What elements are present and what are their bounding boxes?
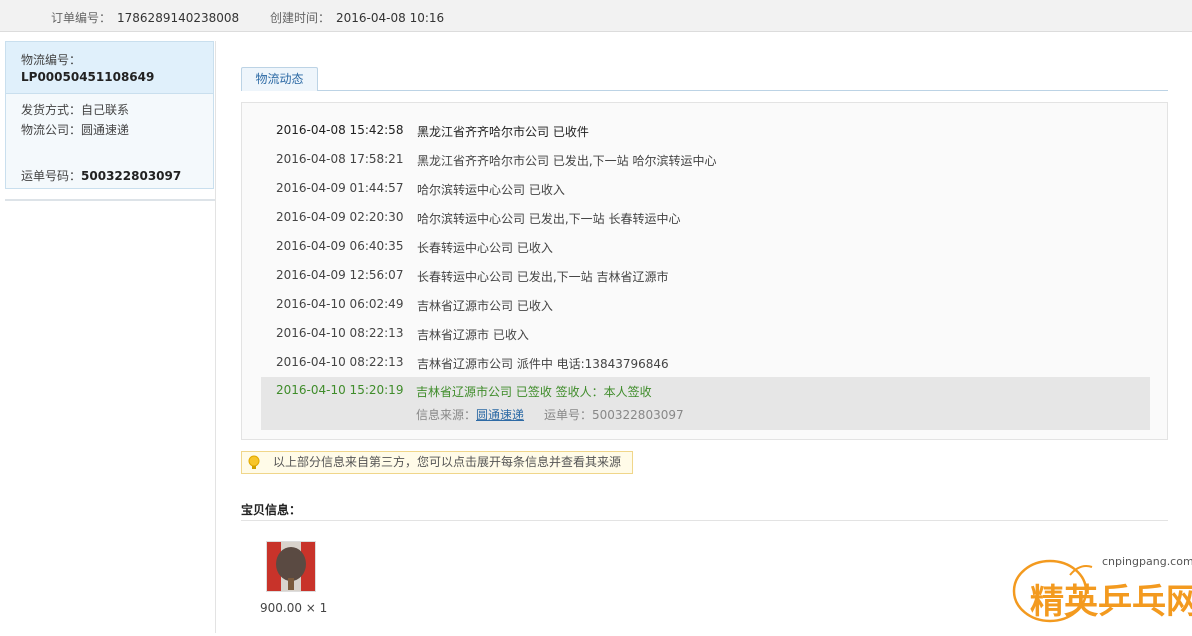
- logistics-card: 物流编号： LP00050451108649 发货方式：自己联系 物流公司：圆通…: [5, 41, 214, 189]
- event-message: 吉林省辽源市公司 已收入: [417, 299, 553, 313]
- tab-logistics-tracking[interactable]: 物流动态: [241, 67, 318, 91]
- event-message: 长春转运中心公司 已收入: [417, 241, 553, 255]
- waybill-label: 运单号码：: [21, 169, 82, 183]
- tracking-panel: 2016-04-08 15:42:58 黑龙江省齐齐哈尔市公司 已收件 2016…: [241, 102, 1168, 440]
- tip-text: 以上部分信息来自第三方，您可以点击展开每条信息并查看其来源: [273, 455, 622, 469]
- tracking-row[interactable]: 2016-04-10 08:22:13 吉林省辽源市 已收入: [242, 326, 1167, 346]
- tab-underline: [241, 90, 1168, 91]
- tracking-row[interactable]: 2016-04-10 08:22:13 吉林省辽源市公司 派件中 电话:1384…: [242, 355, 1167, 375]
- tracking-row[interactable]: 2016-04-10 06:02:49 吉林省辽源市公司 已收入: [242, 297, 1167, 317]
- event-time: 2016-04-09 02:20:30: [276, 210, 404, 224]
- event-message: 哈尔滨转运中心公司 已收入: [417, 183, 565, 197]
- info-source: 信息来源：圆通速递: [416, 406, 524, 423]
- waybill-line: 运单号码：500322803097: [21, 167, 181, 184]
- event-time: 2016-04-10 08:22:13: [276, 355, 404, 369]
- created-label: 创建时间：: [270, 11, 331, 25]
- event-time: 2016-04-08 15:42:58: [276, 123, 404, 137]
- order-header-bar: 订单编号： 1786289140238008 创建时间： 2016-04-08 10…: [0, 0, 1192, 32]
- left-sidebar: 物流编号： LP00050451108649 发货方式：自己联系 物流公司：圆通…: [0, 41, 216, 633]
- ship-method: 发货方式：自己联系: [21, 103, 130, 117]
- event-time: 2016-04-10 06:02:49: [276, 297, 404, 311]
- item-section-title: 宝贝信息：: [241, 503, 302, 517]
- order-number-value: 1786289140238008: [117, 11, 240, 25]
- lightbulb-icon: [248, 455, 260, 469]
- third-party-tip: 以上部分信息来自第三方，您可以点击展开每条信息并查看其来源: [241, 451, 633, 474]
- logistics-id-value: LP00050451108649: [21, 70, 155, 84]
- info-source-label: 信息来源：: [416, 408, 477, 422]
- tracking-row[interactable]: 2016-04-09 01:44:57 哈尔滨转运中心公司 已收入: [242, 181, 1167, 201]
- event-time: 2016-04-09 06:40:35: [276, 239, 404, 253]
- event-time: 2016-04-10 08:22:13: [276, 326, 404, 340]
- section-divider: [241, 520, 1168, 521]
- watermark-text: 精英乒乓网: [1030, 582, 1192, 622]
- event-waybill: 运单号：500322803097: [544, 408, 684, 422]
- event-message: 哈尔滨转运中心公司 已发出,下一站 长春转运中心: [417, 212, 681, 226]
- event-time: 2016-04-08 17:58:21: [276, 152, 404, 166]
- event-time: 2016-04-09 01:44:57: [276, 181, 404, 195]
- order-number-label: 订单编号：: [51, 11, 112, 25]
- paddle-image: [267, 542, 315, 591]
- tracking-row[interactable]: 2016-04-08 17:58:21 黑龙江省齐齐哈尔市公司 已发出,下一站 …: [242, 152, 1167, 172]
- tracking-row[interactable]: 2016-04-09 12:56:07 长春转运中心公司 已发出,下一站 吉林省…: [242, 268, 1167, 288]
- logistics-company: 物流公司：圆通速递: [21, 123, 130, 137]
- item-price-qty: 900.00 × 1: [260, 601, 328, 615]
- tracking-row[interactable]: 2016-04-09 06:40:35 长春转运中心公司 已收入: [242, 239, 1167, 259]
- card-shadow-divider: [5, 199, 215, 201]
- watermark-url: cnpingpang.com: [1102, 555, 1192, 568]
- site-watermark-logo: cnpingpang.com 精英乒乓网: [1010, 553, 1192, 633]
- event-time: 2016-04-09 12:56:07: [276, 268, 404, 282]
- waybill-value: 500322803097: [81, 169, 182, 183]
- tracking-row[interactable]: 2016-04-08 15:42:58 黑龙江省齐齐哈尔市公司 已收件: [242, 123, 1167, 143]
- order-number: 订单编号： 1786289140238008: [51, 9, 239, 26]
- event-message: 黑龙江省齐齐哈尔市公司 已发出,下一站 哈尔滨转运中心: [417, 154, 717, 168]
- tracking-row-expanded[interactable]: 2016-04-10 15:20:19 吉林省辽源市公司 已签收 签收人：本人签…: [261, 377, 1150, 430]
- event-message-signed: 吉林省辽源市公司 已签收 签收人：本人签收: [416, 385, 652, 399]
- event-message: 长春转运中心公司 已发出,下一站 吉林省辽源市: [417, 270, 669, 284]
- logistics-id-label: 物流编号：: [21, 53, 82, 67]
- logistics-id-block: [6, 42, 213, 94]
- tracking-row[interactable]: 2016-04-09 02:20:30 哈尔滨转运中心公司 已发出,下一站 长春…: [242, 210, 1167, 230]
- order-created: 创建时间： 2016-04-08 10:16: [270, 9, 444, 26]
- item-thumbnail[interactable]: [266, 541, 316, 592]
- event-time: 2016-04-10 15:20:19: [276, 383, 404, 397]
- event-message: 黑龙江省齐齐哈尔市公司 已收件: [417, 125, 589, 139]
- info-source-link[interactable]: 圆通速递: [476, 408, 524, 422]
- created-value: 2016-04-08 10:16: [336, 11, 445, 25]
- event-message: 吉林省辽源市 已收入: [417, 328, 529, 342]
- event-message: 吉林省辽源市公司 派件中 电话:13843796846: [417, 357, 669, 371]
